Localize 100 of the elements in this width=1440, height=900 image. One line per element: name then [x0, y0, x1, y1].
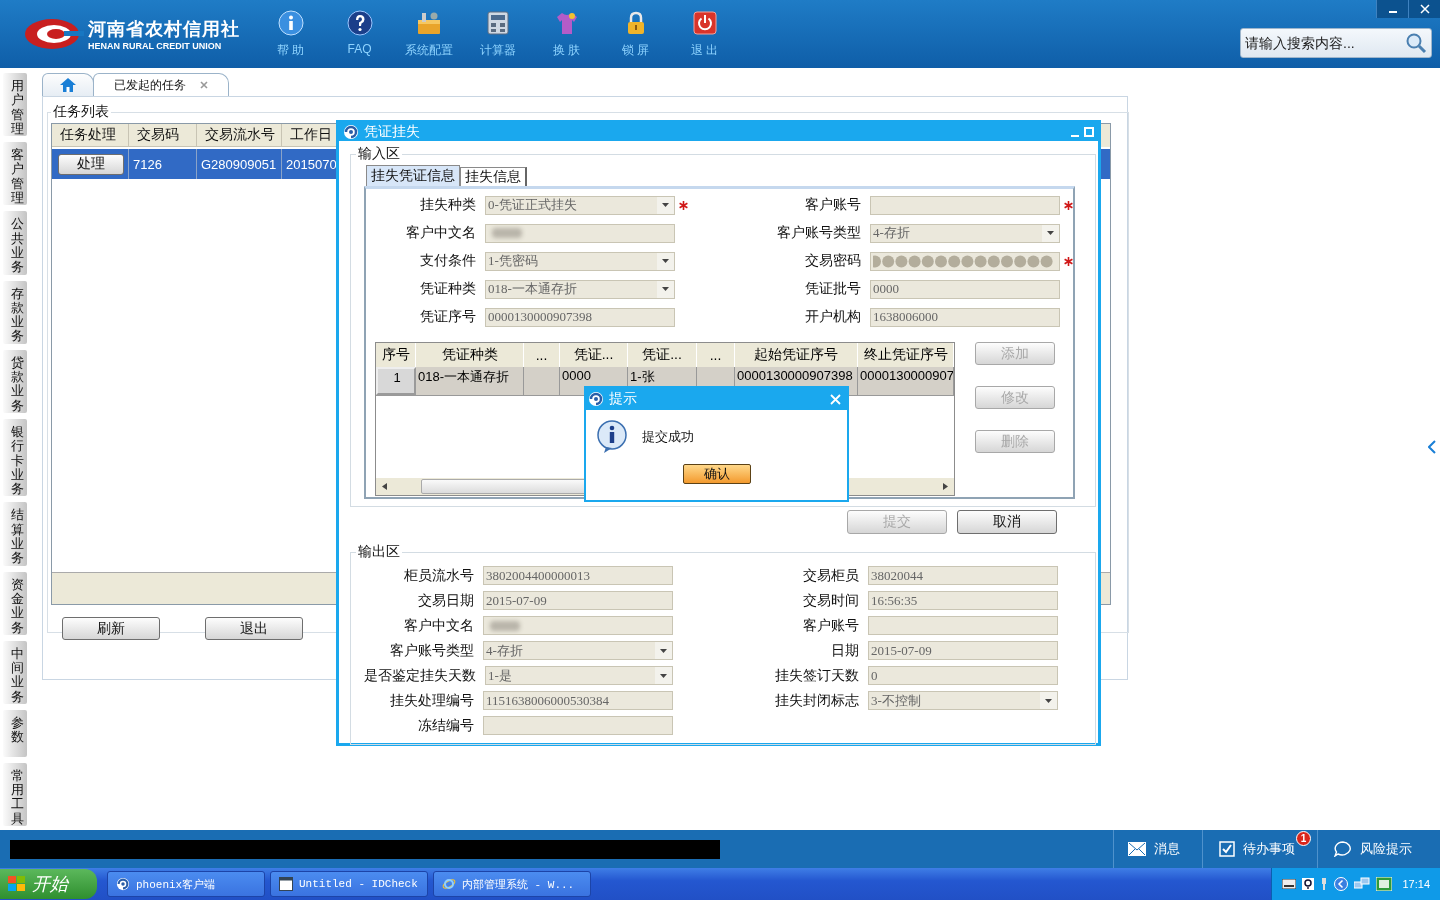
keyboard-icon[interactable] [1282, 879, 1297, 889]
maximize-icon[interactable] [1084, 127, 1094, 137]
close-button[interactable] [1408, 0, 1440, 18]
logo-title: 河南省农村信用社 [88, 18, 240, 41]
sidebar-tab[interactable]: 客户管理 [3, 142, 27, 206]
start-button[interactable]: 开始 [0, 869, 97, 899]
minimize-button[interactable] [1376, 0, 1408, 18]
dropdown-field[interactable]: 4-存折 [483, 641, 673, 660]
clock: 17:14 [1402, 878, 1430, 890]
minimize-icon [1388, 11, 1397, 13]
chevron-left-icon[interactable] [1334, 877, 1349, 891]
field-label: 冻结编号 [417, 716, 475, 735]
power-icon [691, 10, 718, 36]
field-label: 挂失签订天数 [774, 666, 860, 685]
close-icon[interactable] [200, 81, 208, 89]
input-field[interactable]: 1151638006000530384 [483, 691, 673, 710]
table-cell: 1 [376, 367, 416, 395]
toolbar-button[interactable]: 换 肤 [532, 0, 601, 68]
app-logo-icon [343, 124, 359, 140]
question-icon [346, 10, 373, 36]
sidebar-tab[interactable]: 用户管理 [3, 73, 27, 137]
redacted-mark [490, 620, 520, 631]
help-icon[interactable] [1302, 878, 1315, 890]
sidebar-tab[interactable]: 存款业务 [3, 280, 27, 344]
input-field[interactable]: 2015-07-09 [868, 641, 1058, 660]
toolbar-button[interactable]: FAQ [325, 0, 394, 68]
process-button[interactable]: 处理 [58, 153, 124, 175]
toolbar-button[interactable]: 锁 屏 [601, 0, 670, 68]
column-header[interactable]: 交易码 [129, 124, 197, 147]
field-label: 客户中文名 [403, 616, 475, 635]
field-label: 交易密码 [804, 252, 862, 270]
input-field[interactable]: 3802004400000013 [483, 566, 673, 585]
field-label: 挂失封闭标志 [774, 691, 860, 710]
dialog-button[interactable]: 取消 [957, 510, 1057, 534]
sidebar-tab[interactable]: 公共业务 [3, 211, 27, 275]
column-header[interactable]: 任务处理 [52, 124, 129, 147]
taskbar-item[interactable]: Untitled - IDCheck [270, 871, 428, 897]
column-header[interactable]: 交易流水号 [197, 124, 282, 147]
toolbar-button[interactable]: 计算器 [463, 0, 532, 68]
field-label: 柜员流水号 [403, 566, 475, 585]
windows-flag-icon [8, 876, 26, 892]
message-text: 提交成功 [642, 428, 694, 446]
input-field[interactable]: 1638006000 [870, 307, 1060, 327]
dropdown-field[interactable]: 0-凭证正式挂失 [485, 195, 675, 215]
field-label: 凭证批号 [804, 280, 862, 298]
confirm-button[interactable]: 确认 [682, 464, 751, 484]
window-icon [279, 877, 293, 891]
home-tab[interactable] [42, 73, 94, 96]
sidebar-tab[interactable]: 参数 [3, 710, 27, 757]
password-field[interactable] [870, 251, 1060, 271]
dropdown-field[interactable]: 1-是 [485, 666, 674, 685]
input-field[interactable]: 16:56:35 [868, 591, 1058, 610]
input-field[interactable]: 0000 [870, 279, 1060, 299]
logo-subtitle: HENAN RURAL CREDIT UNION [88, 41, 223, 51]
action-button[interactable]: 刷新 [62, 617, 160, 640]
tray-app-icon[interactable] [1376, 877, 1393, 891]
action-button[interactable]: 退出 [205, 617, 303, 640]
page-tab[interactable]: 已发起的任务 [93, 73, 229, 96]
redacted-mark [492, 228, 522, 238]
dropdown-field[interactable]: 018-一本通存折 [485, 279, 675, 299]
input-field[interactable] [485, 223, 675, 243]
taskbar-item[interactable]: phoenix客户端 [107, 871, 265, 897]
scroll-right-icon[interactable] [943, 483, 948, 490]
plug-icon[interactable] [1320, 877, 1329, 891]
collapse-handle-icon[interactable] [1428, 440, 1436, 454]
dropdown-field[interactable]: 3-不控制 [868, 691, 1058, 710]
field-label: 日期 [830, 641, 860, 660]
sidebar-tab[interactable]: 资金业务 [3, 571, 27, 635]
input-field[interactable] [870, 195, 1060, 215]
sidebar-tab[interactable]: 中间业务 [3, 640, 27, 704]
sidebar-tab[interactable]: 结算业务 [3, 502, 27, 566]
envelope-icon [1128, 842, 1146, 856]
app-logo-icon [588, 391, 604, 407]
input-field[interactable]: 2015-07-09 [483, 591, 673, 610]
input-field[interactable]: 0 [868, 666, 1058, 685]
sidebar-tab[interactable]: 贷款业务 [3, 349, 27, 413]
close-icon [1419, 4, 1430, 14]
search-field[interactable]: 请输入搜索内容... [1240, 28, 1432, 58]
form-tab[interactable]: 挂失凭证信息 [366, 165, 460, 186]
caret-icon [662, 287, 669, 291]
field-label: 开户机构 [804, 308, 862, 326]
field-label: 客户账号类型 [776, 224, 862, 242]
dropdown-field[interactable]: 1-凭密码 [485, 251, 675, 271]
network-icon[interactable] [1354, 877, 1371, 891]
input-field[interactable] [483, 616, 673, 635]
input-field[interactable] [868, 616, 1058, 635]
input-field[interactable]: 38020044 [868, 566, 1058, 585]
field-label: 交易日期 [417, 591, 475, 610]
taskbar-item[interactable]: 内部管理系统 - W... [433, 871, 591, 897]
toolbar-button[interactable]: 系统配置 [394, 0, 463, 68]
toolbar-button[interactable]: 帮 助 [256, 0, 325, 68]
scroll-left-icon[interactable] [382, 483, 387, 490]
sidebar-tab[interactable]: 常用工具 [3, 762, 27, 826]
toolbar-button[interactable]: 退 出 [670, 0, 739, 68]
field-label: 客户中文名 [405, 224, 477, 242]
sidebar-tab[interactable]: 银行卡业务 [3, 418, 27, 497]
dropdown-field[interactable]: 4-存折 [870, 223, 1060, 243]
input-field[interactable]: 0000130000907398 [485, 307, 675, 327]
input-field[interactable] [483, 716, 673, 735]
form-tab[interactable]: 挂失信息 [460, 167, 527, 186]
